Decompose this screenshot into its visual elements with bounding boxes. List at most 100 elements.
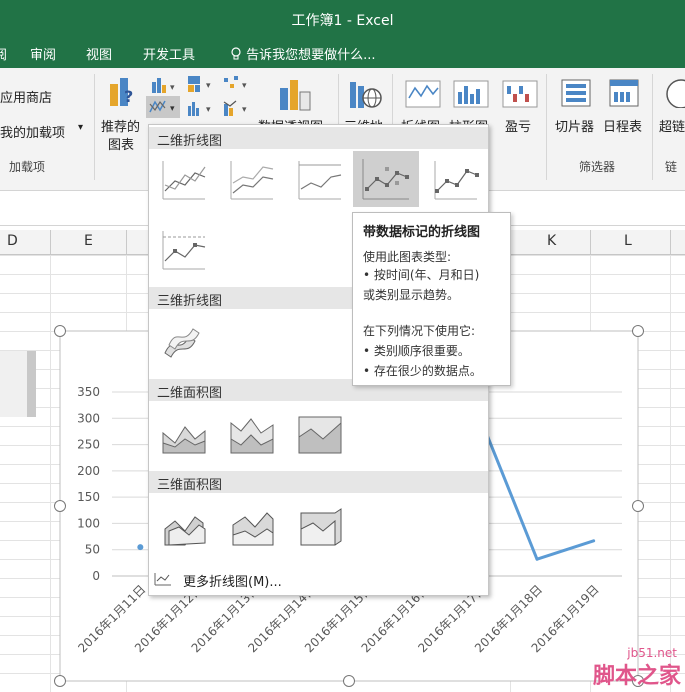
recommended-charts-label-2[interactable]: 图表 <box>108 134 134 153</box>
divider <box>546 74 547 180</box>
recommended-charts-label-1[interactable]: 推荐的 <box>101 116 140 135</box>
svg-text:▾: ▾ <box>206 105 211 115</box>
thumb-line-with-markers[interactable] <box>353 151 419 207</box>
combo-chart-icon[interactable]: ▾ <box>222 98 252 121</box>
thumb-percent-stacked-area[interactable] <box>291 409 349 459</box>
my-addins-dropdown-icon[interactable]: ▾ <box>78 122 83 133</box>
tooltip-line: • 类别顺序很重要。 <box>363 344 470 358</box>
chart-resize-handle[interactable] <box>54 675 66 687</box>
addins-group-label: 加载项 <box>9 160 46 174</box>
column-divider[interactable] <box>50 230 51 254</box>
section-3d-area-label: 三维面积图 <box>157 478 223 493</box>
thumb-stacked-line-with-markers[interactable] <box>427 155 485 205</box>
map3d-icon[interactable] <box>348 78 382 115</box>
column-header-l[interactable]: L <box>624 233 632 249</box>
y-tick-label: 0 <box>92 569 100 583</box>
chart-resize-handle[interactable] <box>632 325 644 337</box>
thumb-stacked-area[interactable] <box>223 409 281 459</box>
more-line-charts-label[interactable]: 更多折线图(M)... <box>183 571 282 590</box>
tab-developer[interactable]: 开发工具 <box>143 44 195 63</box>
y-tick-label: 100 <box>77 516 100 530</box>
y-tick-label: 300 <box>77 411 100 425</box>
divider <box>652 74 653 180</box>
section-3d-area: 三维面积图 <box>149 471 488 493</box>
chart-resize-handle[interactable] <box>632 500 644 512</box>
column-header-k[interactable]: K <box>547 233 556 249</box>
data-point <box>137 544 144 551</box>
sparkline-column-icon[interactable] <box>453 80 489 111</box>
y-tick-label: 350 <box>77 385 100 399</box>
title-bar: 工作簿1 - Excel <box>0 0 685 38</box>
y-tick-label: 50 <box>85 543 100 557</box>
chart-resize-handle[interactable] <box>54 500 66 512</box>
thumb-area[interactable] <box>155 409 213 459</box>
lightbulb-icon <box>230 47 246 63</box>
recommended-charts-icon[interactable]: ? <box>108 76 140 111</box>
sparkline-line-icon[interactable] <box>405 80 441 111</box>
thumb-3d-stacked-area[interactable] <box>223 501 281 551</box>
thumb-3d-line[interactable] <box>155 315 213 365</box>
slicer-icon[interactable] <box>560 78 594 113</box>
column-divider[interactable] <box>126 230 127 254</box>
column-header-e[interactable]: E <box>84 233 93 249</box>
column-chart-icon[interactable]: ▾ <box>150 76 180 97</box>
column-header-d[interactable]: D <box>7 233 18 249</box>
chart-type-tooltip: 带数据标记的折线图 使用此图表类型: • 按时间(年、月和日) 或类别显示趋势。… <box>352 212 511 386</box>
thumb-line[interactable] <box>155 155 213 205</box>
tooltip-line: 在下列情况下使用它: <box>363 324 476 338</box>
window-title: 工作簿1 - Excel <box>291 13 394 29</box>
section-2d-line-label: 二维折线图 <box>157 134 223 149</box>
y-tick-label: 150 <box>77 490 100 504</box>
tell-me-text: 告诉我您想要做什么... <box>246 48 376 63</box>
tab-review[interactable]: 审阅 <box>30 44 56 63</box>
thumb-stacked-line[interactable] <box>223 155 281 205</box>
thumb-percent-stacked-line[interactable] <box>291 155 349 205</box>
scatter-chart-icon[interactable]: ▾ <box>222 74 252 97</box>
svg-text:▾: ▾ <box>242 105 247 115</box>
tooltip-line: • 存在很少的数据点。 <box>363 364 482 378</box>
sparkline-winloss-icon[interactable] <box>502 80 538 111</box>
chart-resize-handle[interactable] <box>54 325 66 337</box>
slicer-label[interactable]: 切片器 <box>555 116 594 135</box>
thumb-3d-percent-stacked-area[interactable] <box>291 501 349 551</box>
tab-partial[interactable]: 阅 <box>0 44 7 63</box>
thumb-3d-area[interactable] <box>155 501 213 551</box>
column-divider[interactable] <box>670 230 671 254</box>
thumb-percent-stacked-line-with-markers[interactable] <box>155 225 213 275</box>
globe-link-icon[interactable] <box>663 78 685 111</box>
hyperlink-label[interactable]: 超链 <box>659 116 685 135</box>
column-divider[interactable] <box>590 230 591 254</box>
timeline-icon[interactable] <box>608 78 642 113</box>
tooltip-line: • 按时间(年、月和日) <box>363 268 480 282</box>
y-tick-label: 250 <box>77 438 100 452</box>
section-2d-area-label: 二维面积图 <box>157 386 223 401</box>
svg-text:?: ? <box>124 87 133 106</box>
timeline-label[interactable]: 日程表 <box>603 116 642 135</box>
svg-text:▾: ▾ <box>170 83 175 93</box>
y-tick-label: 200 <box>77 464 100 478</box>
filter-group-label: 筛选器 <box>579 160 616 174</box>
more-charts-icon <box>153 571 173 591</box>
tooltip-line: 或类别显示趋势。 <box>363 288 460 302</box>
tooltip-line: 使用此图表类型: <box>363 250 452 264</box>
svg-text:▾: ▾ <box>170 104 175 114</box>
divider <box>94 74 95 180</box>
link-group-label: 链 <box>665 160 678 174</box>
tell-me-box[interactable]: 告诉我您想要做什么... <box>230 44 376 63</box>
tab-view[interactable]: 视图 <box>86 44 112 63</box>
sparkline-winloss-label[interactable]: 盈亏 <box>505 116 531 135</box>
svg-text:▾: ▾ <box>206 81 211 91</box>
section-2d-line: 二维折线图 <box>149 127 488 149</box>
watermark-logo: 脚本之家 <box>592 664 681 689</box>
tooltip-title: 带数据标记的折线图 <box>363 225 481 240</box>
app-store-button[interactable]: 应用商店 <box>0 87 52 106</box>
line-chart-dropdown-button[interactable]: ▾ <box>146 96 180 118</box>
my-addins-button[interactable]: 我的加载项 <box>0 122 65 141</box>
ribbon-tab-bar: 阅 审阅 视图 开发工具 告诉我您想要做什么... <box>0 38 685 68</box>
statistic-chart-icon[interactable]: ▾ <box>186 98 216 121</box>
pivotchart-icon[interactable] <box>278 78 314 115</box>
svg-text:▾: ▾ <box>242 81 247 91</box>
chart-resize-handle[interactable] <box>343 675 355 687</box>
hierarchy-chart-icon[interactable]: ▾ <box>186 74 216 97</box>
section-3d-line-label: 三维折线图 <box>157 294 223 309</box>
